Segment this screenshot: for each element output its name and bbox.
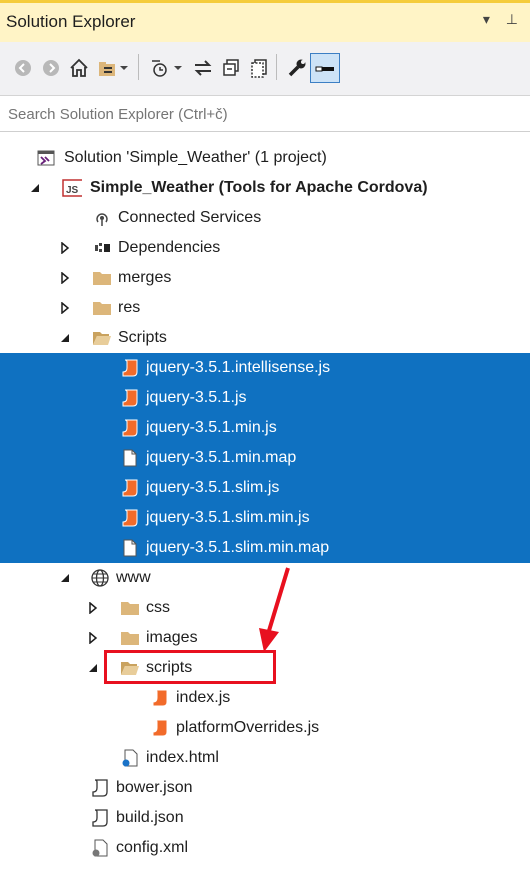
- tree-label: Solution 'Simple_Weather' (1 project): [64, 149, 327, 166]
- json-file-icon: [90, 808, 110, 828]
- tree-item-file[interactable]: jquery-3.5.1.intellisense.js: [0, 353, 530, 383]
- tree-label: jquery-3.5.1.min.js: [146, 419, 277, 436]
- svg-text:JS: JS: [66, 185, 79, 196]
- expanded-arrow-icon[interactable]: [58, 323, 72, 353]
- js-file-icon: [150, 718, 170, 738]
- tree-item-merges[interactable]: merges: [0, 263, 530, 293]
- js-file-icon: [120, 358, 140, 378]
- tree-item-connected-services[interactable]: Connected Services: [0, 203, 530, 233]
- dropdown-icon[interactable]: [170, 55, 186, 81]
- tree-label: jquery-3.5.1.intellisense.js: [146, 359, 331, 376]
- toolbar-separator: [138, 54, 139, 80]
- js-file-icon: [120, 388, 140, 408]
- tree-label: Simple_Weather (Tools for Apache Cordova…: [90, 179, 428, 196]
- show-all-files-icon[interactable]: [246, 55, 272, 81]
- folder-icon: [92, 268, 112, 288]
- tree-label: images: [146, 629, 198, 646]
- tree-item-file[interactable]: jquery-3.5.1.min.map: [0, 443, 530, 473]
- collapsed-arrow-icon[interactable]: [86, 593, 100, 623]
- js-file-icon: [120, 508, 140, 528]
- tree-item-file[interactable]: config.xml: [0, 833, 530, 863]
- tree-item-file[interactable]: build.json: [0, 803, 530, 833]
- tree-label: Scripts: [118, 329, 167, 346]
- tree-item-res[interactable]: res: [0, 293, 530, 323]
- tree-item-scripts-folder[interactable]: Scripts: [0, 323, 530, 353]
- preview-icon[interactable]: [310, 53, 340, 83]
- html-file-icon: [120, 748, 140, 768]
- tree-item-project[interactable]: JS Simple_Weather (Tools for Apache Cord…: [0, 173, 530, 203]
- js-file-icon: [120, 478, 140, 498]
- expanded-arrow-icon[interactable]: [86, 653, 100, 683]
- tree-label: platformOverrides.js: [176, 719, 320, 736]
- panel-title: Solution Explorer: [6, 12, 136, 31]
- properties-icon[interactable]: [284, 55, 310, 81]
- solution-icon: [36, 148, 56, 168]
- tree-label: merges: [118, 269, 172, 286]
- collapsed-arrow-icon[interactable]: [58, 263, 72, 293]
- forward-icon[interactable]: [38, 55, 64, 81]
- back-icon[interactable]: [10, 55, 36, 81]
- dependencies-icon: [92, 238, 112, 258]
- connected-services-icon: [92, 208, 112, 228]
- panel-window-icons[interactable]: ▾ ⊥: [483, 11, 524, 28]
- tree-item-file[interactable]: index.js: [0, 683, 530, 713]
- toolbar-separator: [276, 54, 277, 80]
- tree-label: Dependencies: [118, 239, 221, 256]
- js-file-icon: [120, 418, 140, 438]
- collapse-all-icon[interactable]: [218, 55, 244, 81]
- map-file-icon: [120, 538, 140, 558]
- tree-item-file[interactable]: jquery-3.5.1.js: [0, 383, 530, 413]
- folder-icon: [92, 298, 112, 318]
- annotation-arrow-icon: [259, 567, 290, 652]
- expanded-arrow-icon[interactable]: [58, 563, 72, 593]
- collapsed-arrow-icon[interactable]: [86, 623, 100, 653]
- panel-title-bar: Solution Explorer ▾ ⊥: [0, 0, 530, 42]
- tree-item-file[interactable]: jquery-3.5.1.min.js: [0, 413, 530, 443]
- search-bar: [0, 96, 530, 132]
- expanded-arrow-icon[interactable]: [28, 173, 42, 203]
- tree-label: css: [146, 599, 170, 616]
- tree-label: Connected Services: [118, 209, 262, 226]
- tree-label: build.json: [116, 809, 184, 826]
- tree-label: jquery-3.5.1.min.map: [146, 449, 297, 466]
- dropdown-icon[interactable]: [116, 55, 132, 81]
- tree-item-file[interactable]: bower.json: [0, 773, 530, 803]
- folder-icon: [120, 628, 140, 648]
- js-project-icon: JS: [62, 178, 82, 198]
- xml-file-icon: [90, 838, 110, 858]
- tree-label: jquery-3.5.1.slim.min.js: [146, 509, 310, 526]
- tree-label: res: [118, 299, 141, 316]
- globe-icon: [90, 568, 110, 588]
- collapsed-arrow-icon[interactable]: [58, 293, 72, 323]
- toolbar: [0, 42, 530, 96]
- tree-item-file[interactable]: platformOverrides.js: [0, 713, 530, 743]
- tree-label: www: [116, 569, 151, 586]
- tree-item-file[interactable]: jquery-3.5.1.slim.min.map: [0, 533, 530, 563]
- pending-changes-icon[interactable]: [146, 55, 172, 81]
- tree-label: bower.json: [116, 779, 193, 796]
- solution-tree: Solution 'Simple_Weather' (1 project) JS…: [0, 132, 530, 869]
- tree-label: index.html: [146, 749, 219, 766]
- folder-icon: [120, 598, 140, 618]
- map-file-icon: [120, 448, 140, 468]
- tree-item-file[interactable]: jquery-3.5.1.slim.js: [0, 473, 530, 503]
- tree-item-file[interactable]: jquery-3.5.1.slim.min.js: [0, 503, 530, 533]
- open-folder-icon: [92, 328, 112, 348]
- tree-label: index.js: [176, 689, 231, 706]
- tree-label: jquery-3.5.1.js: [146, 389, 247, 406]
- js-file-icon: [150, 688, 170, 708]
- home-icon[interactable]: [66, 55, 92, 81]
- json-file-icon: [90, 778, 110, 798]
- collapsed-arrow-icon[interactable]: [58, 233, 72, 263]
- tree-item-solution[interactable]: Solution 'Simple_Weather' (1 project): [0, 143, 530, 173]
- search-input[interactable]: [6, 100, 515, 128]
- tree-item-file[interactable]: index.html: [0, 743, 530, 773]
- tree-item-dependencies[interactable]: Dependencies: [0, 233, 530, 263]
- tree-label: config.xml: [116, 839, 189, 856]
- sync-icon[interactable]: [190, 55, 216, 81]
- tree-label: jquery-3.5.1.slim.min.map: [146, 539, 330, 556]
- tree-label: jquery-3.5.1.slim.js: [146, 479, 280, 496]
